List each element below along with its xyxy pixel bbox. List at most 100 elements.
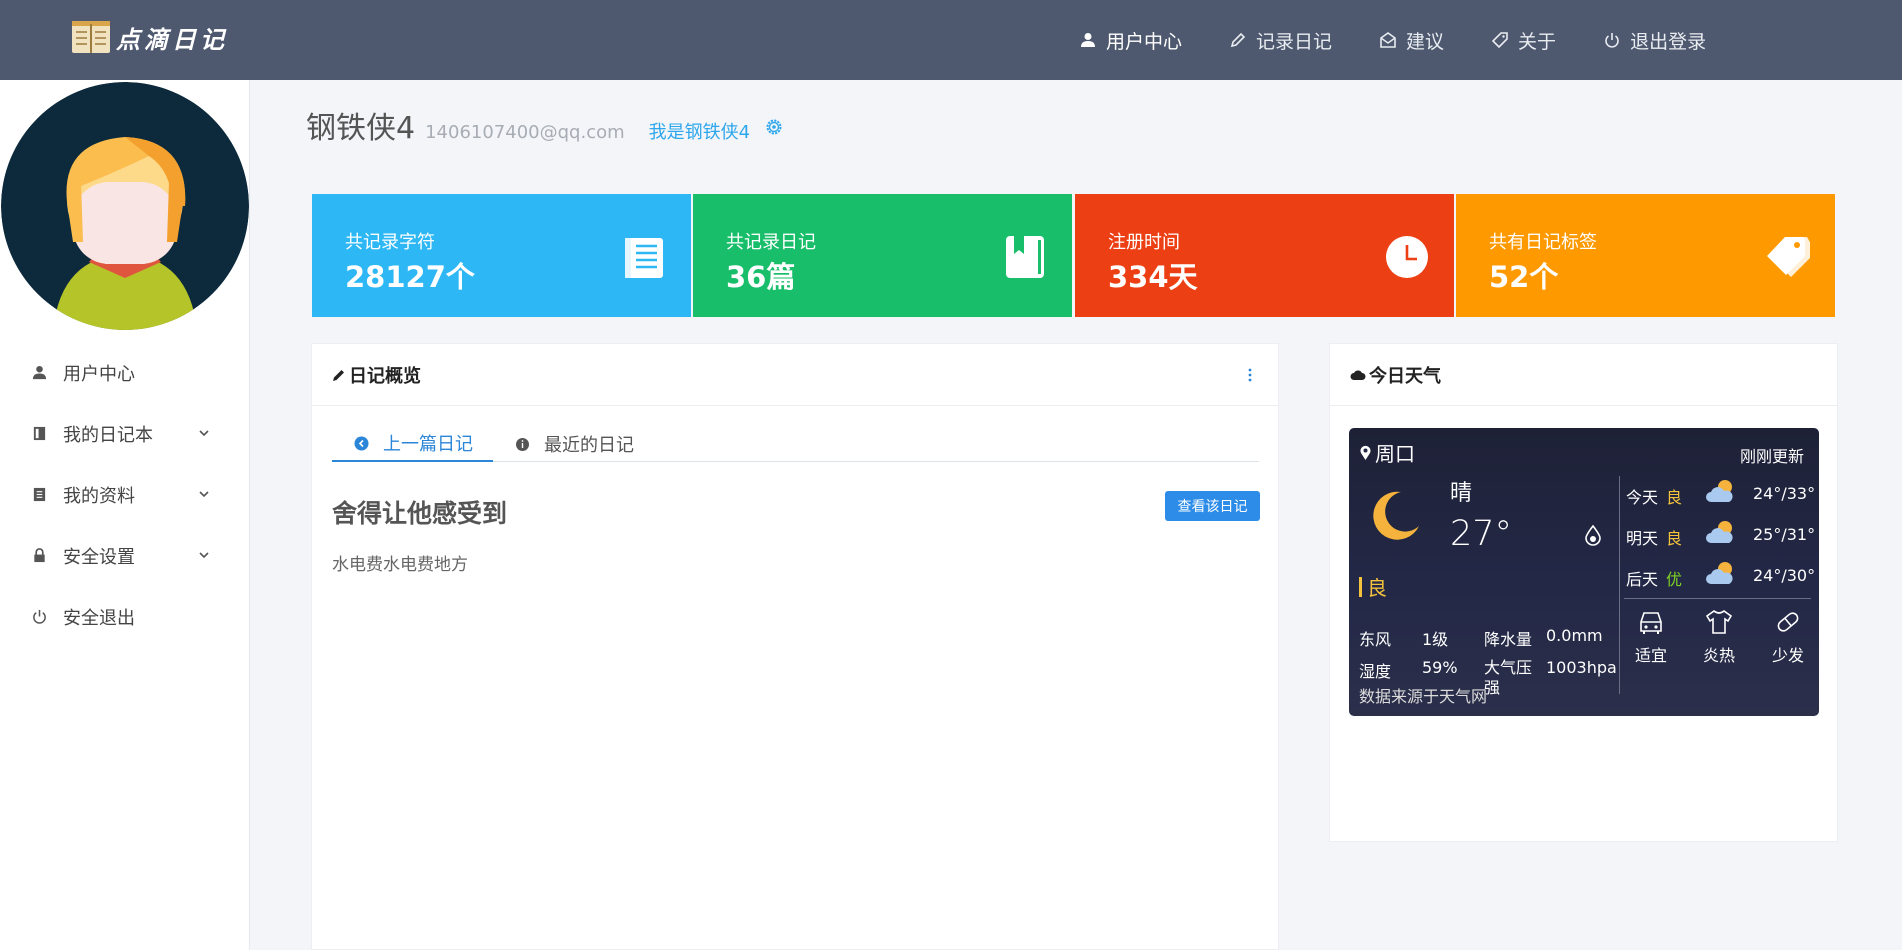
forecast-aqi: 良 bbox=[1666, 488, 1683, 507]
stat-label: 共记录日记 bbox=[726, 232, 816, 253]
info-circle-icon bbox=[516, 437, 529, 451]
vertical-divider bbox=[1619, 476, 1620, 694]
weather-city: 周口 bbox=[1359, 438, 1415, 467]
diary-title: 舍得让他感受到 bbox=[332, 499, 508, 528]
topnav-label: 关于 bbox=[1518, 30, 1557, 53]
forecast-day: 明天 bbox=[1626, 529, 1659, 548]
chevron-down-icon[interactable] bbox=[198, 488, 210, 500]
top-navbar: 点滴日记 用户中心 记录日记 建议 关于 退出登录 bbox=[0, 0, 1902, 80]
life-index-clothing: 炎热 bbox=[1689, 608, 1749, 666]
chevron-down-icon[interactable] bbox=[198, 427, 210, 439]
avatar[interactable] bbox=[1, 82, 249, 330]
clock-icon bbox=[1386, 236, 1428, 278]
app-logo[interactable]: 点滴日记 bbox=[70, 18, 228, 56]
lock-icon bbox=[34, 548, 45, 563]
logo-text: 点滴日记 bbox=[116, 24, 228, 54]
tab-previous-diary[interactable]: 上一篇日记 bbox=[332, 426, 493, 462]
diary-overview-panel: 日记概览 上一篇日记 最近的日记 舍得让他感受到 查看该日记 水电费水电费地方 bbox=[311, 343, 1279, 950]
notebook-icon bbox=[33, 426, 46, 441]
diary-tabs: 上一篇日记 最近的日记 bbox=[332, 426, 1259, 462]
panel-header: 日记概览 bbox=[312, 344, 1278, 406]
user-motto[interactable]: 我是钢铁侠4 bbox=[649, 118, 750, 144]
weather-source: 数据来源于天气网 bbox=[1359, 687, 1488, 706]
panel-title: 日记概览 bbox=[349, 365, 421, 387]
stat-card-tags: 共有日记标签 52个 bbox=[1456, 194, 1835, 317]
humidity-label: 湿度 bbox=[1359, 662, 1392, 681]
weather-condition: 晴 bbox=[1450, 481, 1473, 506]
forecast-today: 今天 良 24°/33° bbox=[1626, 478, 1816, 508]
partly-cloudy-icon bbox=[1706, 521, 1733, 543]
pencil-icon bbox=[333, 369, 344, 381]
tags-icon bbox=[1767, 237, 1810, 277]
sidebar-item-label: 我的日记本 bbox=[63, 424, 153, 446]
sidebar-item-security[interactable]: 安全设置 bbox=[0, 525, 250, 586]
gear-icon[interactable] bbox=[764, 117, 784, 137]
wind-direction: 东风 bbox=[1359, 630, 1392, 649]
moon-icon bbox=[1373, 491, 1419, 540]
topnav-label: 记录日记 bbox=[1256, 30, 1333, 53]
topnav-write-diary[interactable]: 记录日记 bbox=[1230, 27, 1332, 54]
forecast-day: 后天 bbox=[1626, 570, 1659, 589]
forecast-temp: 25°/31° bbox=[1753, 525, 1816, 544]
weather-widget: 周口 刚刚更新 晴 27° 良 东风 1级 降水量 0.0mm 湿度 59% 大… bbox=[1349, 428, 1819, 716]
humidity-drop-icon bbox=[1585, 524, 1601, 546]
forecast-temp: 24°/33° bbox=[1753, 484, 1816, 503]
stat-label: 共有日记标签 bbox=[1489, 232, 1597, 253]
panel-title: 今日天气 bbox=[1369, 365, 1441, 387]
stat-label: 注册时间 bbox=[1108, 232, 1180, 253]
wind-level: 1级 bbox=[1422, 630, 1449, 649]
topnav-about[interactable]: 关于 bbox=[1492, 27, 1556, 54]
topnav-user-center[interactable]: 用户中心 bbox=[1080, 27, 1182, 54]
partly-cloudy-icon bbox=[1706, 480, 1733, 502]
topnav-suggestion[interactable]: 建议 bbox=[1380, 27, 1444, 54]
tab-recent-diary[interactable]: 最近的日记 bbox=[493, 426, 654, 462]
user-name: 钢铁侠4 bbox=[306, 111, 416, 146]
weather-panel: 今日天气 周口 刚刚更新 晴 27° 良 东风 1级 降水量 0.0mm 湿度 … bbox=[1329, 343, 1838, 842]
horizontal-divider bbox=[1624, 598, 1811, 599]
car-icon bbox=[1640, 612, 1662, 634]
chevron-down-icon[interactable] bbox=[198, 549, 210, 561]
user-icon bbox=[32, 365, 47, 380]
more-vertical-icon[interactable] bbox=[1248, 368, 1252, 382]
stat-value: 28127个 bbox=[345, 260, 475, 294]
diary-excerpt: 水电费水电费地方 bbox=[332, 555, 468, 575]
side-menu: 用户中心 我的日记本 我的资料 安全设置 安全退出 bbox=[0, 342, 250, 647]
life-index-label: 适宜 bbox=[1634, 646, 1667, 665]
forecast-tomorrow: 明天 良 25°/31° bbox=[1626, 519, 1816, 549]
sidebar-item-user-center[interactable]: 用户中心 bbox=[0, 342, 250, 403]
topnav-label: 建议 bbox=[1406, 30, 1445, 53]
topnav-logout[interactable]: 退出登录 bbox=[1604, 27, 1706, 54]
aqi-label: 良 bbox=[1367, 576, 1387, 600]
updated-status: 刚刚更新 bbox=[1740, 447, 1805, 466]
stat-value: 52个 bbox=[1489, 260, 1559, 294]
forecast-aqi: 良 bbox=[1666, 529, 1683, 548]
view-diary-button[interactable]: 查看该日记 bbox=[1165, 491, 1260, 521]
stat-value: 36篇 bbox=[726, 260, 796, 294]
topnav-label: 退出登录 bbox=[1630, 30, 1707, 53]
pressure-value: 1003hpa bbox=[1546, 658, 1616, 677]
partly-cloudy-icon bbox=[1706, 562, 1733, 584]
pencil-icon bbox=[1230, 32, 1246, 48]
stat-value: 334天 bbox=[1108, 260, 1198, 294]
book-logo-icon bbox=[72, 21, 110, 53]
current-temperature: 27° bbox=[1450, 514, 1513, 554]
forecast-after-tomorrow: 后天 优 24°/30° bbox=[1626, 560, 1816, 590]
top-nav: 用户中心 记录日记 建议 关于 退出登录 bbox=[1080, 0, 1754, 80]
pill-icon bbox=[1777, 612, 1799, 632]
cloud-icon bbox=[1350, 370, 1366, 380]
sidebar-item-label: 安全设置 bbox=[63, 546, 135, 568]
sidebar: 用户中心 我的日记本 我的资料 安全设置 安全退出 bbox=[0, 80, 250, 950]
panel-header: 今日天气 bbox=[1330, 344, 1837, 406]
power-icon bbox=[33, 609, 46, 624]
sidebar-item-my-profile[interactable]: 我的资料 bbox=[0, 464, 250, 525]
tag-icon bbox=[1492, 32, 1508, 48]
air-quality: 良 bbox=[1359, 572, 1387, 601]
precip-value: 0.0mm bbox=[1546, 626, 1603, 645]
power-icon bbox=[1605, 33, 1619, 48]
list-document-icon bbox=[625, 238, 663, 278]
profile-header: 钢铁侠4 1406107400@qq.com 我是钢铁侠4 bbox=[306, 103, 784, 147]
aqi-bar bbox=[1359, 576, 1362, 597]
life-index-car: 适宜 bbox=[1621, 608, 1681, 666]
sidebar-item-logout[interactable]: 安全退出 bbox=[0, 586, 250, 647]
sidebar-item-my-notebooks[interactable]: 我的日记本 bbox=[0, 403, 250, 464]
